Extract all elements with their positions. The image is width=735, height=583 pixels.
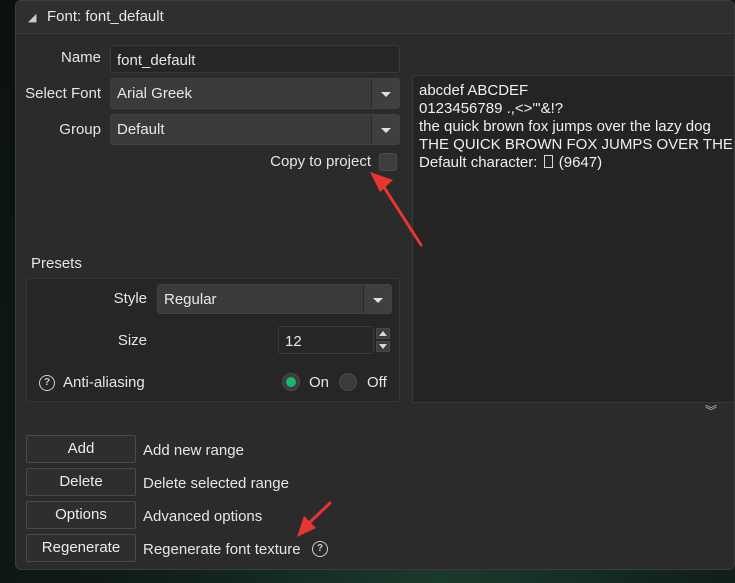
- chevron-down-icon: [381, 128, 391, 133]
- group-label: Group: [59, 121, 101, 138]
- presets-title: Presets: [31, 255, 82, 272]
- style-value: Regular: [164, 291, 217, 308]
- font-editor-window: ◢ Font: font_default Name font_default S…: [15, 0, 735, 570]
- add-range-description: Add new range: [143, 442, 244, 459]
- copy-to-project-label: Copy to project: [270, 153, 371, 170]
- add-range-button[interactable]: Add: [26, 435, 136, 463]
- delete-range-description: Delete selected range: [143, 475, 289, 492]
- group-dropdown[interactable]: Default: [110, 114, 400, 145]
- name-input[interactable]: font_default: [110, 45, 400, 73]
- style-dropdown-button[interactable]: [363, 285, 391, 313]
- title-bar[interactable]: ◢ Font: font_default: [16, 1, 734, 34]
- antialiasing-off-label[interactable]: Off: [367, 374, 387, 391]
- preview-line: 0123456789 .,<>"'&!?: [419, 100, 564, 117]
- select-font-value: Arial Greek: [117, 85, 193, 102]
- help-icon[interactable]: ?: [39, 375, 55, 391]
- window-title: Font: font_default: [47, 8, 164, 25]
- presets-panel: Style Regular Size 12 ? Anti-aliasing On…: [26, 278, 400, 402]
- default-char-prefix: Default character:: [419, 154, 538, 171]
- regenerate-button[interactable]: Regenerate: [26, 534, 136, 562]
- missing-glyph-box-icon: [543, 155, 553, 168]
- name-input-value: font_default: [117, 52, 196, 69]
- antialiasing-on-radio[interactable]: [282, 373, 300, 391]
- preview-default-char-line: Default character: (9647): [419, 154, 734, 172]
- advanced-options-description: Advanced options: [143, 508, 263, 525]
- help-icon[interactable]: ?: [312, 541, 328, 557]
- style-label: Style: [113, 290, 147, 307]
- expand-chevrons-icon[interactable]: ︾: [705, 402, 719, 418]
- preview-line: abcdef ABCDEF: [419, 82, 529, 99]
- size-decrement-button[interactable]: [376, 341, 390, 352]
- preview-line: THE QUICK BROWN FOX JUMPS OVER THE LAZY …: [419, 136, 734, 153]
- chevron-down-icon: [373, 298, 383, 303]
- size-increment-button[interactable]: [376, 328, 390, 339]
- default-char-code: (9647): [558, 154, 603, 171]
- advanced-options-button[interactable]: Options: [26, 501, 136, 529]
- style-dropdown[interactable]: Regular: [157, 284, 392, 314]
- arrow-up-icon: [379, 331, 387, 336]
- group-value: Default: [117, 121, 165, 138]
- size-label: Size: [117, 332, 147, 349]
- group-dropdown-button[interactable]: [371, 115, 399, 144]
- size-value: 12: [285, 333, 302, 350]
- arrow-down-icon: [379, 344, 387, 349]
- name-label: Name: [60, 49, 101, 66]
- preview-line: the quick brown fox jumps over the lazy …: [419, 118, 711, 135]
- font-preview-panel: abcdef ABCDEF 0123456789 .,<>"'&!? the q…: [412, 75, 734, 403]
- regenerate-description: Regenerate font texture: [143, 541, 301, 558]
- chevron-down-icon: [381, 92, 391, 97]
- select-font-label: Select Font: [25, 85, 101, 102]
- delete-range-button[interactable]: Delete: [26, 468, 136, 496]
- antialiasing-on-label[interactable]: On: [309, 374, 329, 391]
- antialiasing-off-radio[interactable]: [339, 373, 357, 391]
- collapse-triangle-icon[interactable]: ◢: [28, 11, 36, 24]
- size-input[interactable]: 12: [278, 326, 374, 354]
- select-font-dropdown-button[interactable]: [371, 79, 399, 108]
- copy-to-project-checkbox[interactable]: [379, 153, 397, 171]
- select-font-dropdown[interactable]: Arial Greek: [110, 78, 400, 109]
- antialiasing-label: Anti-aliasing: [63, 374, 145, 391]
